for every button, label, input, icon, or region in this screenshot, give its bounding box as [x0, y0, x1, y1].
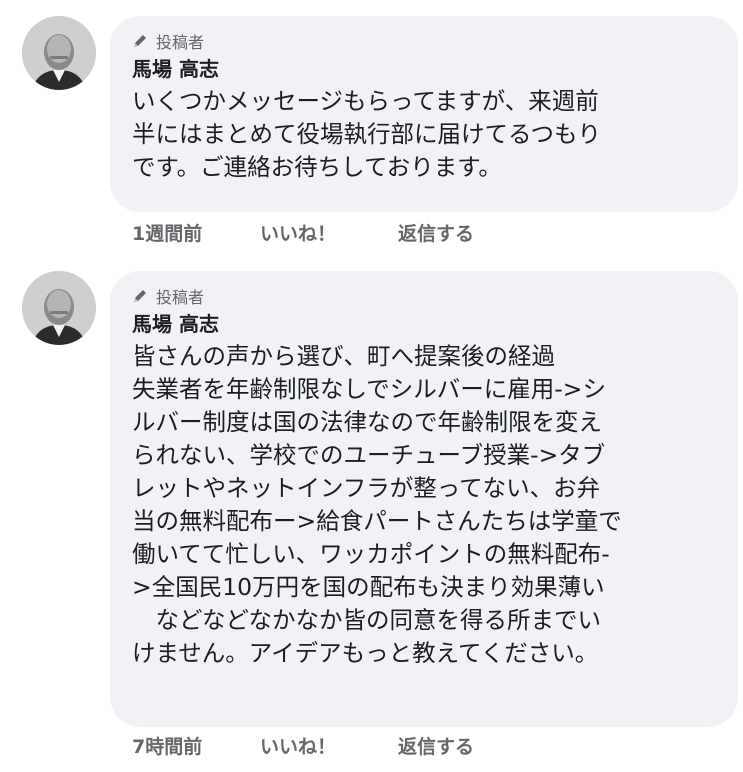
- comment-actions: 7時間前 いいね！ 返信する: [132, 733, 474, 761]
- avatar[interactable]: [22, 271, 96, 345]
- badge-label: 投稿者: [156, 33, 205, 52]
- avatar-photo-icon: [22, 16, 96, 90]
- comment-bubble: 投稿者 馬場 高志 いくつかメッセージもらってますが、来週前 半にはまとめて役場…: [110, 16, 738, 212]
- pencil-icon: [134, 35, 146, 47]
- pencil-icon: [134, 290, 146, 302]
- comment-actions: 1週間前 いいね！ 返信する: [132, 220, 474, 248]
- timestamp[interactable]: 7時間前: [132, 733, 260, 761]
- avatar[interactable]: [22, 16, 96, 90]
- like-button[interactable]: いいね！: [260, 220, 398, 248]
- author-name[interactable]: 馬場 高志: [132, 55, 716, 83]
- author-name[interactable]: 馬場 高志: [132, 310, 716, 338]
- reply-button[interactable]: 返信する: [398, 220, 474, 248]
- comment-bubble: 投稿者 馬場 高志 皆さんの声から選び、町へ提案後の経過 失業者を年齢制限なしで…: [110, 271, 738, 727]
- reply-button[interactable]: 返信する: [398, 733, 474, 761]
- avatar-photo-icon: [22, 271, 96, 345]
- comment-text: いくつかメッセージもらってますが、来週前 半にはまとめて役場執行部に届けてるつも…: [132, 87, 602, 181]
- timestamp[interactable]: 1週間前: [132, 220, 260, 248]
- comment-text: 皆さんの声から選び、町へ提案後の経過 失業者を年齢制限なしでシルバーに雇用->シ…: [132, 342, 622, 667]
- badge-label: 投稿者: [156, 288, 205, 307]
- author-badge: 投稿者: [132, 30, 716, 52]
- author-badge: 投稿者: [132, 285, 716, 307]
- like-button[interactable]: いいね！: [260, 733, 398, 761]
